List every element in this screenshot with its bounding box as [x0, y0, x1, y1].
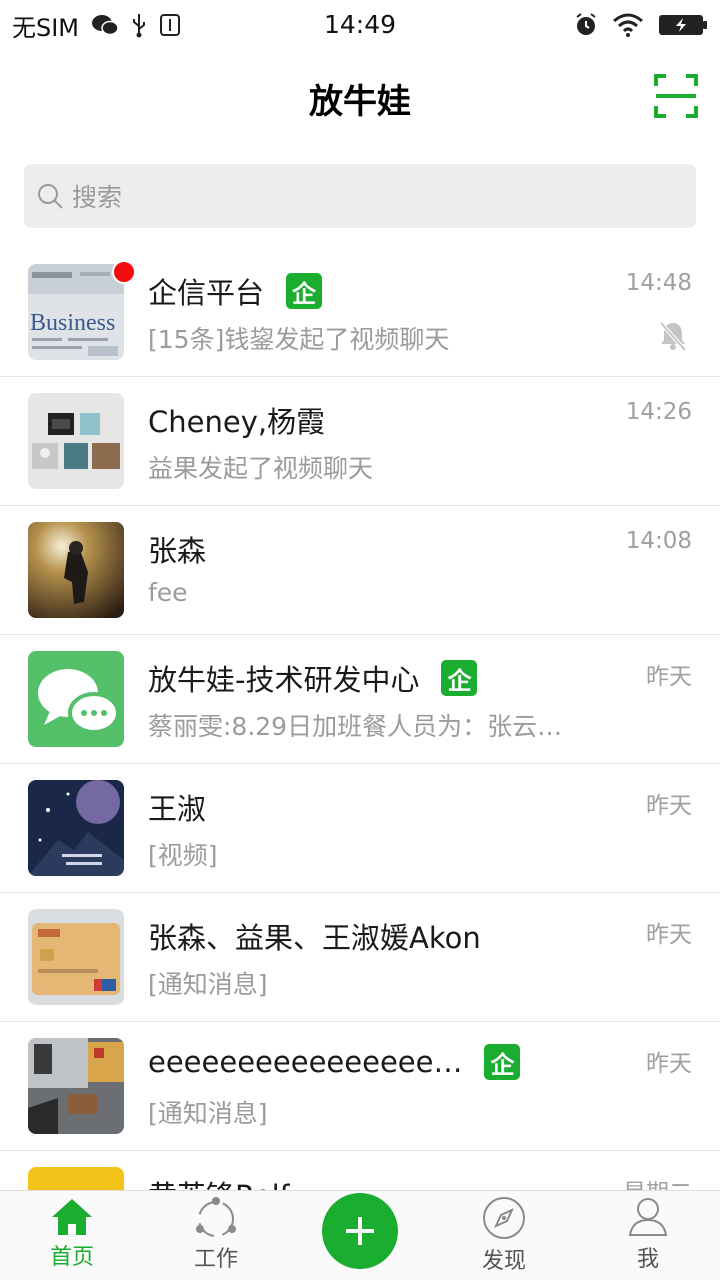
work-icon — [196, 1197, 236, 1237]
chat-preview: 蔡丽雯:8.29日加班餐人员为：张云… — [148, 712, 563, 741]
chat-preview: [视频] — [148, 841, 218, 870]
alarm-icon — [574, 13, 598, 37]
plus-icon — [346, 1217, 374, 1245]
enterprise-badge: 企 — [286, 273, 323, 309]
page-title: 放牛娃 — [309, 81, 411, 122]
chat-name: eeeeeeeeeeeeeeee… — [148, 1045, 463, 1079]
avatar — [28, 780, 124, 876]
chat-time: 昨天 — [646, 664, 692, 690]
chat-name: 张森、益果、王淑媛Akon — [148, 921, 481, 955]
chat-preview: [通知消息] — [148, 970, 268, 999]
person-icon — [628, 1198, 668, 1236]
enterprise-badge: 企 — [484, 1044, 521, 1080]
search-icon — [38, 184, 63, 209]
chat-item-eeee[interactable]: eeeeeeeeeeeeeeee… 企 [通知消息] 昨天 — [0, 1022, 720, 1151]
chat-time: 14:08 — [625, 528, 692, 554]
add-button[interactable] — [322, 1193, 398, 1269]
tab-label: 工作 — [193, 1247, 238, 1272]
chat-name: 张森 — [148, 534, 207, 568]
wifi-icon — [612, 13, 644, 37]
search-placeholder: 搜索 — [72, 183, 123, 212]
avatar — [28, 909, 124, 1005]
chat-item-qixin-platform[interactable]: Business 企信平台 企 [15条]钱鋆发起了视频聊天 14:48 — [0, 248, 720, 377]
home-icon — [52, 1199, 92, 1235]
chat-item-group-akon[interactable]: 张森、益果、王淑媛Akon [通知消息] 昨天 — [0, 893, 720, 1022]
chat-time: 昨天 — [646, 922, 692, 948]
chat-preview: [15条]钱鋆发起了视频聊天 — [148, 325, 450, 354]
mute-bell-icon — [658, 320, 688, 356]
chat-name: 企信平台 — [148, 276, 265, 310]
avatar — [28, 1038, 124, 1134]
chat-item-cheney[interactable]: Cheney,杨霞 益果发起了视频聊天 14:26 — [0, 377, 720, 506]
chat-name: 黄英锋Rolf — [148, 1173, 290, 1190]
chat-time: 14:26 — [625, 399, 692, 425]
tab-label: 发现 — [481, 1249, 526, 1274]
chat-time: 星期二 — [623, 1173, 692, 1190]
chat-item-huang[interactable]: 黄英锋Rolf 星期二 — [0, 1151, 720, 1190]
usb-icon — [131, 12, 147, 38]
wechat-notification-icon — [91, 13, 119, 37]
scan-button[interactable] — [654, 74, 698, 118]
compass-icon — [483, 1197, 525, 1239]
chat-item-tech-center[interactable]: 放牛娃-技术研发中心 企 蔡丽雯:8.29日加班餐人员为：张云… 昨天 — [0, 635, 720, 764]
chat-item-wangshu[interactable]: 王淑 [视频] 昨天 — [0, 764, 720, 893]
usb-debug-icon — [159, 13, 181, 37]
search-bar[interactable]: 搜索 — [24, 164, 696, 228]
enterprise-badge: 企 — [441, 660, 478, 696]
avatar: Business — [28, 264, 124, 360]
svg-text:Business: Business — [30, 310, 115, 336]
chat-time: 14:48 — [625, 270, 692, 296]
chat-preview: fee — [148, 578, 188, 607]
status-bar: 无SIM 14:49 — [0, 0, 720, 50]
tab-work[interactable]: 工作 — [161, 1191, 271, 1280]
app-header: 放牛娃 — [0, 50, 720, 146]
chat-name: Cheney,杨霞 — [148, 405, 326, 439]
group-avatar — [28, 393, 124, 489]
tab-label: 首页 — [49, 1245, 94, 1270]
tab-discover[interactable]: 发现 — [449, 1191, 559, 1280]
group-chat-avatar — [28, 651, 124, 747]
carrier-label: 无SIM — [12, 13, 80, 42]
chat-time: 昨天 — [646, 793, 692, 819]
chat-name: 王淑 — [148, 792, 207, 826]
chat-list: Business 企信平台 企 [15条]钱鋆发起了视频聊天 14:48 Che… — [0, 248, 720, 1190]
battery-charging-icon — [658, 13, 708, 37]
scan-icon — [654, 74, 698, 118]
bottom-tab-bar: 首页 工作 发现 我 — [0, 1190, 720, 1280]
tab-me[interactable]: 我 — [593, 1191, 703, 1280]
chat-item-zhangsen[interactable]: 张森 fee 14:08 — [0, 506, 720, 635]
chat-time: 昨天 — [646, 1051, 692, 1077]
avatar — [28, 1167, 124, 1190]
tab-home[interactable]: 首页 — [17, 1191, 127, 1280]
avatar — [28, 522, 124, 618]
chat-bubbles-icon — [28, 651, 124, 747]
tab-label: 我 — [636, 1247, 659, 1272]
chat-name: 放牛娃-技术研发中心 — [148, 663, 420, 697]
chat-preview: 益果发起了视频聊天 — [148, 454, 374, 483]
unread-dot — [112, 260, 136, 284]
chat-preview: [通知消息] — [148, 1099, 268, 1128]
